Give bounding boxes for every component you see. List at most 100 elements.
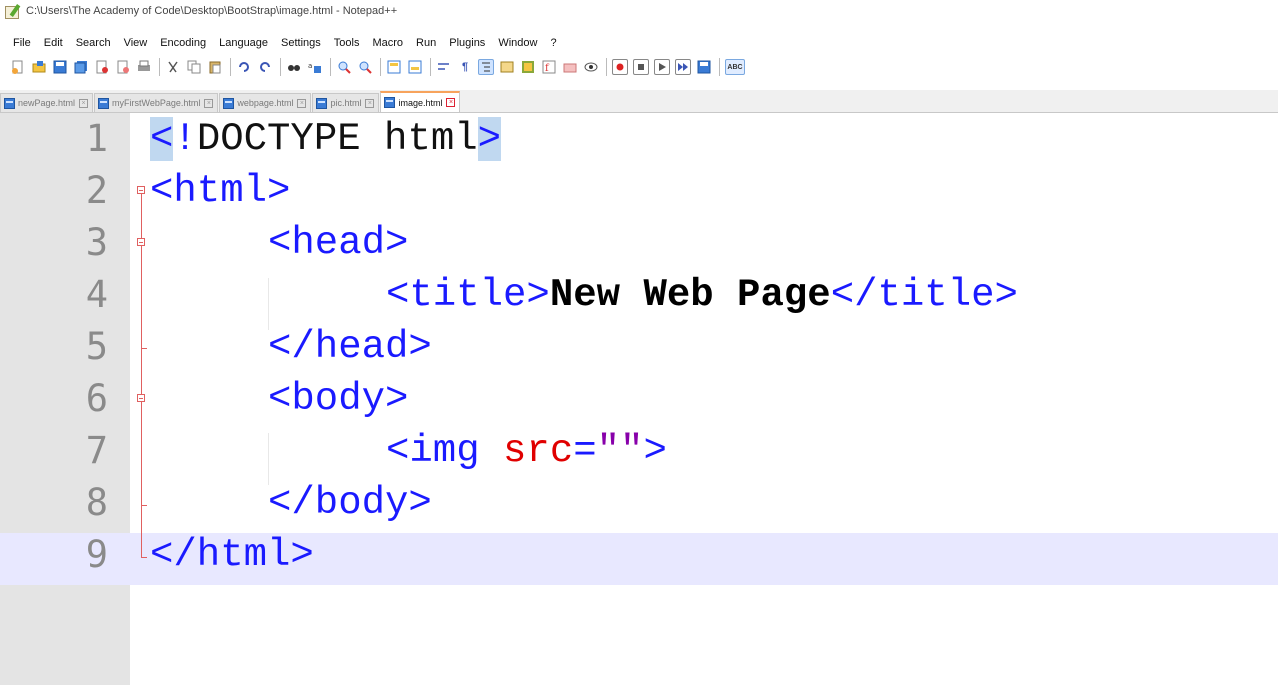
file-saved-icon	[98, 97, 110, 109]
head-open-tag: <head>	[268, 221, 409, 265]
code-line-8: </body>	[268, 477, 432, 529]
close-all-icon[interactable]	[115, 59, 131, 75]
file-saved-icon	[316, 97, 328, 109]
paste-icon[interactable]	[207, 59, 223, 75]
word-wrap-icon[interactable]	[436, 59, 452, 75]
tab-newpage[interactable]: newPage.html ×	[0, 93, 94, 112]
tab-close-icon[interactable]: ×	[365, 98, 375, 108]
line-number: 2	[85, 169, 108, 212]
menu-settings[interactable]: Settings	[281, 37, 321, 49]
sync-horizontal-icon[interactable]	[407, 59, 423, 75]
run-macro-multiple-icon[interactable]	[675, 59, 691, 75]
menu-macro[interactable]: Macro	[372, 37, 403, 49]
file-saved-icon	[223, 97, 235, 109]
find-icon[interactable]	[286, 59, 302, 75]
title-open-tag: <title>	[386, 273, 550, 317]
monitoring-icon[interactable]	[583, 59, 599, 75]
menu-edit[interactable]: Edit	[44, 37, 63, 49]
menu-run[interactable]: Run	[416, 37, 436, 49]
tab-pic[interactable]: pic.html ×	[312, 93, 380, 112]
src-attribute: src	[503, 429, 574, 473]
menu-encoding[interactable]: Encoding	[160, 37, 206, 49]
window-title: C:\Users\The Academy of Code\Desktop\Boo…	[26, 5, 398, 17]
print-icon[interactable]	[136, 59, 152, 75]
head-close-tag: </head>	[268, 325, 432, 369]
code-line-7: <img src="">	[386, 425, 667, 477]
toolbar-separator	[280, 58, 281, 76]
save-icon[interactable]	[52, 59, 68, 75]
folder-workspace-icon[interactable]	[562, 59, 578, 75]
save-macro-icon[interactable]	[696, 59, 712, 75]
code-line-9: </html>	[150, 529, 314, 581]
img-close-bracket: >	[643, 429, 667, 473]
menu-search[interactable]: Search	[76, 37, 111, 49]
fold-end-marker	[141, 505, 147, 506]
file-saved-icon	[384, 97, 396, 108]
tab-label: myFirstWebPage.html	[112, 98, 201, 108]
open-file-icon[interactable]	[31, 59, 47, 75]
toolbar-separator	[606, 58, 607, 76]
line-number: 1	[85, 117, 108, 160]
notepad-plus-plus-icon	[4, 4, 22, 19]
user-language-icon[interactable]	[499, 59, 515, 75]
doctype-bang: !	[173, 117, 197, 161]
code-line-5: </head>	[268, 321, 432, 373]
svg-text:a: a	[308, 62, 312, 70]
menu-plugins[interactable]: Plugins	[449, 37, 485, 49]
menu-view[interactable]: View	[124, 37, 148, 49]
indent-guide-icon[interactable]	[478, 59, 494, 75]
menu-window[interactable]: Window	[498, 37, 537, 49]
redo-icon[interactable]	[257, 59, 273, 75]
tab-image[interactable]: image.html ×	[380, 91, 461, 112]
toolbar-separator	[430, 58, 431, 76]
line-number: 7	[85, 429, 108, 472]
toolbar-separator	[330, 58, 331, 76]
code-line-6: <body>	[268, 373, 408, 425]
toolbar-separator	[380, 58, 381, 76]
menu-file[interactable]: File	[13, 37, 31, 49]
document-map-icon[interactable]	[520, 59, 536, 75]
replace-icon[interactable]: a	[307, 59, 323, 75]
tab-webpage[interactable]: webpage.html ×	[219, 93, 312, 112]
fold-head-icon[interactable]	[137, 238, 145, 246]
spell-check-label: ABC	[727, 63, 743, 71]
undo-icon[interactable]	[236, 59, 252, 75]
zoom-in-icon[interactable]	[336, 59, 352, 75]
title-close-tag: </title>	[830, 273, 1018, 317]
fold-body-icon[interactable]	[137, 394, 145, 402]
record-macro-icon[interactable]	[612, 59, 628, 75]
tab-close-icon[interactable]: ×	[79, 98, 89, 108]
code-line-1: <!DOCTYPE html>	[150, 113, 502, 165]
code-line-3: <head>	[268, 217, 408, 269]
menu-help[interactable]: ?	[550, 37, 556, 49]
menu-language[interactable]: Language	[219, 37, 268, 49]
fold-end-marker	[141, 348, 147, 349]
tab-close-icon[interactable]: ×	[297, 98, 307, 108]
play-macro-icon[interactable]	[654, 59, 670, 75]
tab-myfirstwebpage[interactable]: myFirstWebPage.html ×	[94, 93, 219, 112]
line-number: 5	[85, 325, 108, 368]
zoom-out-icon[interactable]	[357, 59, 373, 75]
save-all-icon[interactable]	[73, 59, 89, 75]
sync-vertical-icon[interactable]	[386, 59, 402, 75]
tab-close-icon[interactable]: ×	[446, 98, 456, 107]
brace-highlight-open: <	[150, 117, 174, 161]
cut-icon[interactable]	[165, 59, 181, 75]
menu-tools[interactable]: Tools	[334, 37, 360, 49]
copy-icon[interactable]	[186, 59, 202, 75]
new-file-icon[interactable]	[10, 59, 26, 75]
fold-html-icon[interactable]	[137, 186, 145, 194]
title-bar: C:\Users\The Academy of Code\Desktop\Boo…	[0, 0, 1278, 22]
src-value: ""	[596, 429, 644, 473]
tab-label: webpage.html	[237, 98, 294, 108]
spell-check-icon[interactable]: ABC	[725, 59, 745, 75]
tab-close-icon[interactable]: ×	[204, 98, 214, 108]
close-icon[interactable]	[94, 59, 110, 75]
img-open-tag: <img	[386, 429, 504, 473]
show-all-chars-icon[interactable]: ¶	[457, 59, 473, 75]
code-editor[interactable]: 1 2 3 4 5 6 7 8 9 <!DOCTYPE html> <html>…	[0, 113, 1278, 685]
function-list-icon[interactable]: f	[541, 59, 557, 75]
stop-record-icon[interactable]	[633, 59, 649, 75]
toolbar-separator	[159, 58, 160, 76]
doctype-text: DOCTYPE html	[196, 117, 478, 161]
